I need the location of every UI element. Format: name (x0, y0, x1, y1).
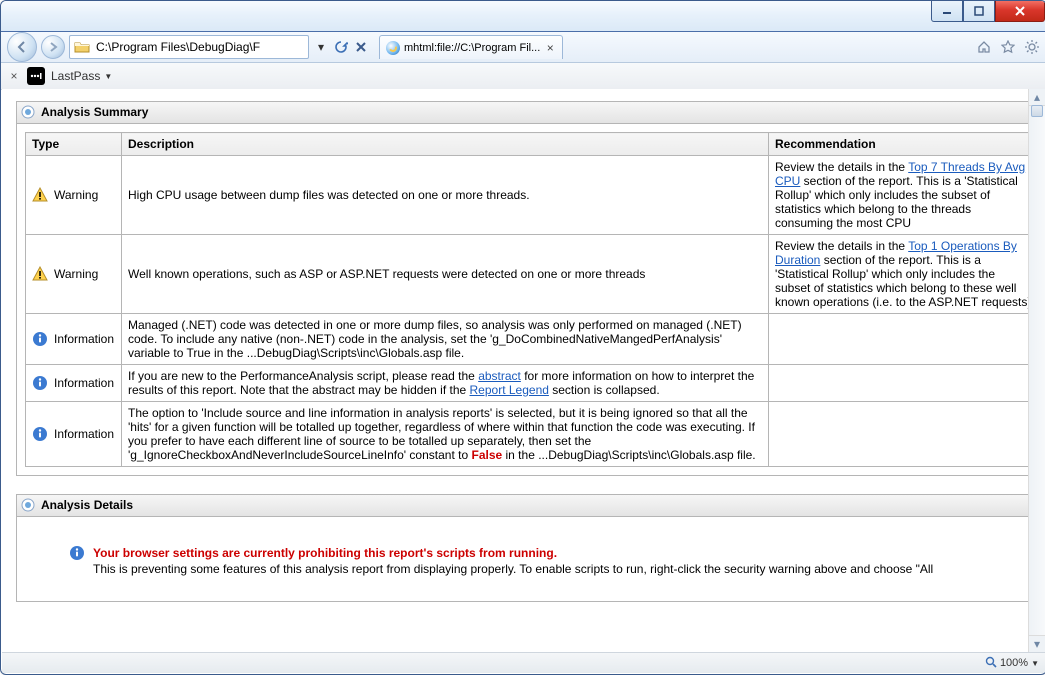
info-icon (32, 375, 48, 391)
type-label: Information (54, 427, 114, 441)
info-icon (69, 545, 85, 561)
desc-cell: If you are new to the PerformanceAnalysi… (122, 365, 769, 402)
details-line1: Your browser settings are currently proh… (93, 545, 933, 561)
type-label: Information (54, 376, 114, 390)
minimize-button[interactable] (931, 1, 963, 22)
folder-icon (74, 39, 90, 55)
command-bar (976, 39, 1040, 55)
favorites-icon[interactable] (1000, 39, 1016, 55)
info-icon (32, 331, 48, 347)
titlebar (1, 1, 1045, 32)
page-content: Analysis Summary Type Description Recomm… (2, 89, 1045, 650)
nav-toolbar: ▾ mhtml:file://C:\Program Fil... × (1, 32, 1045, 63)
tab-active[interactable]: mhtml:file://C:\Program Fil... × (379, 35, 563, 59)
zoom-value: 100% (1000, 657, 1028, 669)
scroll-thumb[interactable] (1031, 105, 1043, 117)
tab-strip: mhtml:file://C:\Program Fil... × (379, 35, 563, 59)
lastpass-dropdown-icon[interactable]: ▼ (104, 72, 112, 81)
table-header-row: Type Description Recommendation (26, 133, 1039, 156)
status-bar: 100% ▼ (2, 652, 1045, 673)
address-input[interactable] (94, 39, 304, 55)
details-line2: This is preventing some features of this… (93, 561, 933, 577)
collapse-toggle-icon[interactable] (21, 105, 35, 119)
maximize-button[interactable] (963, 1, 995, 22)
ie-icon (386, 41, 400, 55)
forward-button[interactable] (41, 35, 65, 59)
desc-cell: The option to 'Include source and line i… (122, 402, 769, 467)
rec-cell (769, 365, 1039, 402)
collapse-toggle-icon[interactable] (21, 498, 35, 512)
recommendation-link[interactable]: Top 1 Operations By Duration (775, 239, 1017, 267)
section-summary: Analysis Summary Type Description Recomm… (16, 101, 1045, 476)
table-row: Information Managed (.NET) code was detec… (26, 314, 1039, 365)
section-details-title: Analysis Details (41, 498, 133, 512)
zoom-dropdown-icon[interactable]: ▼ (1031, 659, 1039, 668)
section-details-header[interactable]: Analysis Details (17, 495, 1045, 517)
section-details: Analysis Details Your browser settings a… (16, 494, 1045, 602)
scroll-down-button[interactable]: ▾ (1029, 635, 1045, 652)
lastpass-toolbar: × LastPass ▼ (1, 63, 1045, 90)
section-summary-title: Analysis Summary (41, 105, 148, 119)
rec-cell (769, 314, 1039, 365)
lastpass-label[interactable]: LastPass (51, 69, 100, 83)
reload-button[interactable] (333, 39, 349, 55)
table-row: Information If you are new to the Perform… (26, 365, 1039, 402)
table-row: Warning High CPU usage between dump files… (26, 156, 1039, 235)
report-legend-link[interactable]: Report Legend (470, 383, 549, 397)
recommendation-link[interactable]: Top 7 Threads By Avg CPU (775, 160, 1025, 188)
type-label: Information (54, 332, 114, 346)
rec-cell (769, 402, 1039, 467)
col-rec: Recommendation (769, 133, 1039, 156)
type-label: Warning (54, 267, 98, 281)
zoom-control[interactable]: 100% ▼ (985, 656, 1039, 671)
table-row: Warning Well known operations, such as AS… (26, 235, 1039, 314)
desc-cell: Well known operations, such as ASP or AS… (122, 235, 769, 314)
warning-icon (32, 266, 48, 282)
col-type: Type (26, 133, 122, 156)
table-row: Information The option to 'Include source… (26, 402, 1039, 467)
rec-cell: Review the details in the Top 7 Threads … (769, 156, 1039, 235)
details-warning: Your browser settings are currently proh… (25, 525, 1039, 577)
tab-close-button[interactable]: × (544, 42, 556, 54)
close-button[interactable] (995, 1, 1045, 22)
tools-icon[interactable] (1024, 39, 1040, 55)
type-label: Warning (54, 188, 98, 202)
rec-cell: Review the details in the Top 1 Operatio… (769, 235, 1039, 314)
lastpass-icon[interactable] (27, 67, 45, 85)
window-controls (931, 1, 1045, 22)
address-bar[interactable] (69, 35, 309, 59)
vertical-scrollbar[interactable]: ▴ ▾ (1028, 89, 1045, 652)
tab-title: mhtml:file://C:\Program Fil... (404, 42, 540, 54)
warning-icon (32, 187, 48, 203)
abstract-link[interactable]: abstract (478, 369, 521, 383)
stop-button[interactable] (353, 39, 369, 55)
zoom-icon (985, 656, 997, 671)
back-button[interactable] (7, 32, 37, 62)
toolbar-close-button[interactable]: × (7, 69, 21, 83)
desc-cell: High CPU usage between dump files was de… (122, 156, 769, 235)
home-icon[interactable] (976, 39, 992, 55)
address-dropdown-button[interactable]: ▾ (313, 39, 329, 55)
app-window: ▾ mhtml:file://C:\Program Fil... × × Las… (0, 0, 1045, 675)
info-icon (32, 426, 48, 442)
scroll-up-button[interactable]: ▴ (1029, 89, 1045, 106)
desc-cell: Managed (.NET) code was detected in one … (122, 314, 769, 365)
col-desc: Description (122, 133, 769, 156)
content-scroll[interactable]: Analysis Summary Type Description Recomm… (2, 89, 1045, 652)
summary-table: Type Description Recommendation Warning H… (25, 132, 1039, 467)
section-summary-header[interactable]: Analysis Summary (17, 102, 1045, 124)
